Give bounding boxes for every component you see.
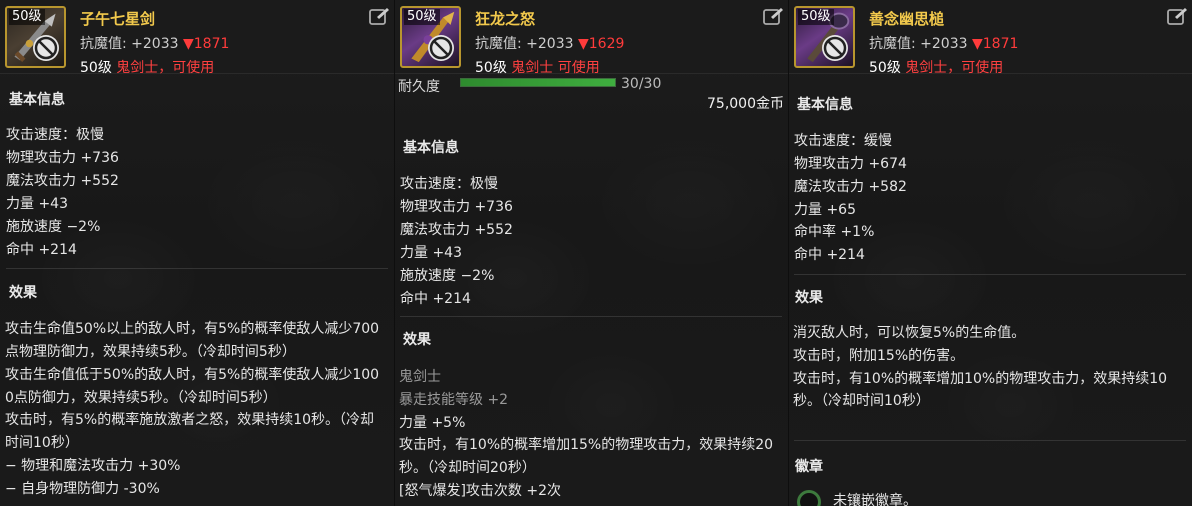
effect-line: 攻击时，有10%的概率增加10%的物理攻击力，效果持续10 (793, 371, 1168, 387)
durability-bar (460, 78, 616, 87)
req-class: 鬼剑士 可使用 (511, 60, 600, 76)
stat-magic-attack: 魔法攻击力 +552 (400, 222, 513, 238)
stat-cast-speed: 施放速度 −2% (400, 268, 495, 284)
stat-physical-attack: 物理攻击力 +674 (794, 156, 907, 172)
section-divider (6, 268, 388, 269)
resist-diff: ▼1629 (577, 36, 625, 52)
item-tooltip-panel-3: 50级 善念幽思槌 抗魔值: +2033 ▼1871 50级 鬼剑士，可使用 基… (788, 0, 1192, 506)
item-level-tag: 50级 (798, 9, 834, 25)
stat-cast-speed: 施放速度 −2% (6, 219, 101, 235)
stat-strength: 力量 +65 (794, 202, 856, 218)
effect-line: [怒气爆发]攻击次数 +2次 (399, 483, 562, 499)
item-icon-frame[interactable]: 50级 (5, 6, 66, 68)
edit-share-icon[interactable] (368, 6, 390, 26)
item-name: 善念幽思槌 (869, 10, 945, 28)
item-level-tag: 50级 (9, 9, 45, 25)
resist-diff: ▼1871 (971, 36, 1019, 52)
stat-hit: 命中 +214 (6, 242, 77, 258)
resist-label: 抗魔值: (869, 36, 916, 52)
item-tooltip-panel-1: 50级 子午七星剑 抗魔值: +2033 ▼1871 50级 鬼剑士，可使用 基… (0, 0, 394, 506)
effect-line: 攻击时，有10%的概率增加15%的物理攻击力，效果持续20 (399, 437, 774, 453)
basic-info-title: 基本信息 (403, 140, 459, 156)
effect-line: 0点防御力，效果持续5秒。（冷却时间5秒） (5, 390, 277, 406)
stat-magic-attack: 魔法攻击力 +582 (794, 179, 907, 195)
effect-line: 消灭敌人时，可以恢复5%的生命值。 (793, 325, 1026, 341)
stat-physical-attack: 物理攻击力 +736 (6, 150, 119, 166)
durability-label: 耐久度 (398, 79, 440, 95)
badge-status-text: 未镶嵌徽章。 (833, 493, 917, 506)
item-header: 50级 狂龙之怒 抗魔值: +2033 ▼1629 50级 鬼剑士 可使用 (395, 0, 788, 77)
effect-line: 力量 +5% (399, 415, 466, 431)
req-level: 50级 (80, 60, 112, 76)
magic-resist-line: 抗魔值: +2033 ▼1871 (869, 33, 1018, 53)
stat-hit: 命中 +214 (794, 247, 865, 263)
effect-line: 时间10秒） (5, 435, 79, 451)
req-level: 50级 (475, 60, 507, 76)
requirement-line: 50级 鬼剑士 可使用 (475, 57, 600, 77)
effect-title: 效果 (795, 290, 823, 306)
effect-line: 点物理防御力，效果持续5秒。（冷却时间5秒） (5, 344, 296, 360)
item-level-tag: 50级 (404, 9, 440, 25)
stat-attack-speed: 攻击速度：极慢 (400, 176, 498, 192)
resist-label: 抗魔值: (475, 36, 522, 52)
effect-sub-line: − 物理和魔法攻击力 +30% (5, 458, 181, 474)
durability-fill (461, 79, 615, 86)
item-tooltip-panel-2: 耐久度 30/30 75,000金币 50级 狂龙之怒 抗魔值: +2033 ▼… (394, 0, 788, 506)
magic-resist-line: 抗魔值: +2033 ▼1871 (80, 33, 229, 53)
req-class: 鬼剑士，可使用 (116, 60, 215, 76)
effect-line: 秒。（冷却时间10秒） (793, 393, 930, 409)
item-header: 50级 子午七星剑 抗魔值: +2033 ▼1871 50级 鬼剑士，可使用 (0, 0, 394, 77)
effect-line: 攻击时，有5%的概率施放激者之怒，效果持续10秒。（冷却 (5, 412, 375, 428)
durability-value: 30/30 (621, 76, 662, 92)
basic-info-title: 基本信息 (797, 97, 853, 113)
resist-diff: ▼1871 (182, 36, 230, 52)
magic-resist-line: 抗魔值: +2033 ▼1629 (475, 33, 624, 53)
stat-hit: 命中 +214 (400, 291, 471, 307)
basic-info-title: 基本信息 (9, 92, 65, 108)
effect-line: 攻击生命值50%以上的敌人时，有5%的概率使敌人减少700 (5, 321, 380, 337)
edit-share-icon[interactable] (1166, 6, 1188, 26)
effect-class-line: 鬼剑士 (399, 369, 441, 385)
stat-magic-attack: 魔法攻击力 +552 (6, 173, 119, 189)
req-level: 50级 (869, 60, 901, 76)
effect-line: 攻击时，附加15%的伤害。 (793, 348, 965, 364)
effect-line: 攻击生命值低于50%的敌人时，有5%的概率使敌人减少100 (5, 367, 380, 383)
section-divider (400, 316, 782, 317)
stat-strength: 力量 +43 (400, 245, 462, 261)
prohibited-icon (33, 35, 59, 61)
prohibited-icon (822, 35, 848, 61)
badge-slot-icon[interactable] (797, 490, 821, 506)
req-class: 鬼剑士，可使用 (905, 60, 1004, 76)
prohibited-icon (428, 35, 454, 61)
section-divider (794, 274, 1186, 275)
effect-line: 秒。（冷却时间20秒） (399, 460, 536, 476)
section-divider (794, 440, 1186, 441)
edit-share-icon[interactable] (762, 6, 784, 26)
item-icon-frame[interactable]: 50级 (794, 6, 855, 68)
item-name: 狂龙之怒 (475, 10, 536, 28)
resist-value: +2033 (526, 36, 574, 52)
resist-label: 抗魔值: (80, 36, 127, 52)
stat-physical-attack: 物理攻击力 +736 (400, 199, 513, 215)
effect-title: 效果 (403, 332, 431, 348)
effect-skill-line: 暴走技能等级 +2 (399, 392, 509, 408)
requirement-line: 50级 鬼剑士，可使用 (869, 57, 1003, 77)
sell-price: 75,000金币 (707, 96, 784, 112)
resist-value: +2033 (131, 36, 179, 52)
effect-sub-line: − 自身物理防御力 -30% (5, 481, 160, 497)
effect-title: 效果 (9, 285, 37, 301)
requirement-line: 50级 鬼剑士，可使用 (80, 57, 214, 77)
item-header: 50级 善念幽思槌 抗魔值: +2033 ▼1871 50级 鬼剑士，可使用 (789, 0, 1192, 77)
item-name: 子午七星剑 (80, 10, 156, 28)
item-icon-frame[interactable]: 50级 (400, 6, 461, 68)
stat-attack-speed: 攻击速度：极慢 (6, 127, 104, 143)
stat-strength: 力量 +43 (6, 196, 68, 212)
stat-hit-rate: 命中率 +1% (794, 224, 875, 240)
resist-value: +2033 (920, 36, 968, 52)
stat-attack-speed: 攻击速度：缓慢 (794, 133, 892, 149)
badge-title: 徽章 (795, 459, 823, 475)
